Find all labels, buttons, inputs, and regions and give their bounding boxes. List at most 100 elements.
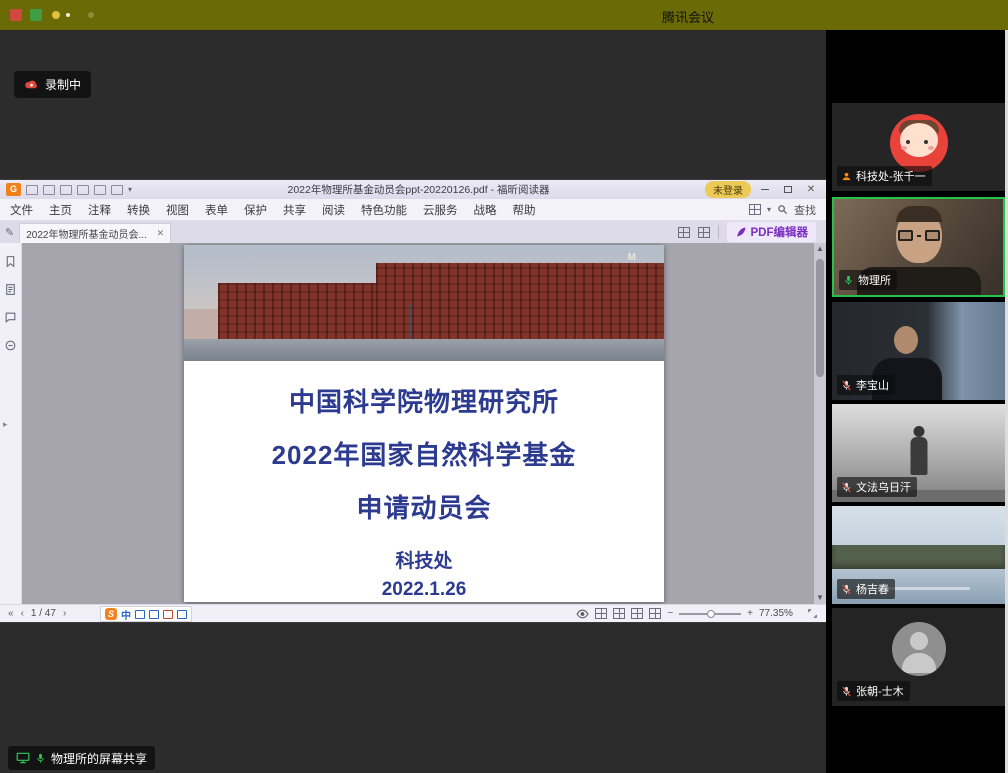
print-icon[interactable]	[60, 185, 72, 195]
pdf-body: ▸ M 中国科学院物理研究所 2022年国家自然科学基金 申请动员会	[0, 243, 826, 604]
page-number-display[interactable]: 1 / 47	[31, 608, 56, 619]
slide-date: 2022.1.26	[184, 579, 664, 601]
sogou-logo-icon[interactable]: S	[105, 608, 117, 620]
document-tab[interactable]: 2022年物理所基金动员会... ✕	[19, 223, 171, 243]
silhouette-avatar	[892, 622, 946, 676]
menu-home[interactable]: 主页	[49, 202, 72, 218]
document-tab-label: 2022年物理所基金动员会...	[26, 226, 152, 241]
monitor-icon	[16, 752, 30, 764]
scrollbar-thumb[interactable]	[816, 259, 824, 377]
pdf-editor-button[interactable]: PDF编辑器	[727, 222, 817, 242]
participant-tile[interactable]: 物理所	[832, 197, 1005, 297]
menu-file[interactable]: 文件	[10, 202, 33, 218]
undo-icon[interactable]	[94, 185, 106, 195]
redo-icon[interactable]	[111, 185, 123, 195]
participants-sidebar: 科技处-张千一 物理所 李宝山 文法乌日汗	[826, 30, 1008, 773]
slide-title-line2: 2022年国家自然科学基金	[184, 435, 664, 472]
page-view-icon[interactable]	[698, 227, 710, 238]
continuous-facing-view-icon[interactable]	[649, 608, 661, 619]
slide-department: 科技处	[184, 546, 664, 573]
comment-panel-icon[interactable]	[4, 311, 17, 324]
find-label[interactable]: 查找	[794, 202, 816, 218]
participant-tile[interactable]: 文法乌日汗	[832, 404, 1005, 502]
menu-features[interactable]: 特色功能	[361, 202, 407, 218]
menu-help[interactable]: 帮助	[513, 202, 536, 218]
participant-nametag: 李宝山	[837, 375, 895, 395]
topbar-green-icon[interactable]	[30, 9, 42, 21]
pdf-tab-bar: ✎ 2022年物理所基金动员会... ✕ PDF编辑器	[0, 221, 826, 243]
pdf-viewer-window: G ▾ 2022年物理所基金动员会ppt-20220126.pdf - 福昕阅读…	[0, 180, 826, 622]
quick-access-caret-icon[interactable]: ▾	[128, 185, 132, 194]
thumbnail-view-icon[interactable]	[678, 227, 690, 238]
topbar-small-dot-icon	[66, 13, 70, 17]
ime-keyboard-icon[interactable]	[177, 610, 187, 619]
close-icon: ✕	[807, 185, 815, 195]
menu-convert[interactable]: 转换	[127, 202, 150, 218]
participant-name: 李宝山	[856, 377, 889, 393]
glasses-bridge	[917, 235, 921, 237]
photo-road	[184, 339, 664, 361]
layout-tool-icon[interactable]	[749, 204, 761, 215]
single-page-view-icon[interactable]	[595, 608, 607, 619]
foxit-logo-icon[interactable]: G	[6, 183, 21, 196]
recording-badge[interactable]: 录制中	[14, 71, 91, 98]
ime-mic-icon[interactable]	[149, 610, 159, 619]
fullscreen-icon[interactable]	[807, 608, 818, 619]
email-icon[interactable]	[77, 185, 89, 195]
sogou-ime-bar[interactable]: S 中	[100, 606, 192, 622]
eye-icon[interactable]	[576, 609, 589, 619]
vertical-scrollbar[interactable]: ▲ ▼	[814, 243, 826, 604]
participant-tile[interactable]: 科技处-张千一	[832, 103, 1005, 191]
pdf-window-title: 2022年物理所基金动员会ppt-20220126.pdf - 福昕阅读器	[137, 182, 700, 197]
login-button[interactable]: 未登录	[705, 181, 751, 198]
screen-share-banner[interactable]: 物理所的屏幕共享	[8, 746, 155, 770]
search-icon[interactable]	[777, 204, 788, 215]
menu-cloud[interactable]: 云服务	[423, 202, 458, 218]
zoom-slider-thumb[interactable]	[707, 610, 715, 618]
zoom-out-icon[interactable]: −	[667, 608, 673, 619]
mic-muted-icon	[841, 686, 852, 697]
menu-view[interactable]: 视图	[166, 202, 189, 218]
scroll-down-icon[interactable]: ▼	[814, 592, 826, 604]
menu-share[interactable]: 共享	[283, 202, 306, 218]
facing-view-icon[interactable]	[631, 608, 643, 619]
close-button[interactable]: ✕	[802, 183, 820, 197]
maximize-button[interactable]	[779, 183, 797, 197]
minimize-icon	[761, 189, 769, 190]
first-page-icon[interactable]: «	[8, 608, 14, 619]
save-icon[interactable]	[43, 185, 55, 195]
mic-muted-icon	[841, 584, 852, 595]
ime-emoji-icon[interactable]	[163, 610, 173, 619]
menu-extra[interactable]: 战略	[474, 202, 497, 218]
next-page-icon[interactable]: ›	[63, 608, 66, 619]
topbar-red-icon[interactable]	[10, 9, 22, 21]
open-file-icon[interactable]	[26, 185, 38, 195]
menu-read[interactable]: 阅读	[322, 202, 345, 218]
ime-punctuation-icon[interactable]	[135, 610, 145, 619]
photo-person-body	[910, 437, 927, 475]
prev-page-icon[interactable]: ‹	[21, 608, 24, 619]
tab-close-icon[interactable]: ✕	[157, 228, 165, 239]
pages-panel-icon[interactable]	[4, 283, 17, 296]
ime-mode-indicator[interactable]: 中	[121, 607, 131, 622]
participant-tile[interactable]: 李宝山	[832, 302, 1005, 400]
recording-cloud-icon	[24, 79, 39, 90]
avatar-face	[900, 123, 938, 157]
minimize-button[interactable]	[756, 183, 774, 197]
bookmark-panel-icon[interactable]	[4, 255, 17, 268]
participant-tile[interactable]: 张朝-士木	[832, 608, 1005, 706]
menu-comment[interactable]: 注释	[88, 202, 111, 218]
zoom-slider[interactable]	[679, 613, 741, 615]
zoom-in-icon[interactable]: +	[747, 608, 753, 619]
menu-form[interactable]: 表单	[205, 202, 228, 218]
attachment-panel-icon[interactable]	[4, 339, 17, 352]
participant-tile[interactable]: 杨吉春	[832, 506, 1005, 604]
zoom-percentage[interactable]: 77.35%	[759, 608, 801, 619]
panel-expand-icon[interactable]: ▸	[3, 419, 8, 430]
document-area[interactable]: M 中国科学院物理研究所 2022年国家自然科学基金 申请动员会 科技处 202…	[22, 243, 826, 604]
tools-caret-icon[interactable]: ▾	[767, 205, 771, 214]
continuous-view-icon[interactable]	[613, 608, 625, 619]
scroll-up-icon[interactable]: ▲	[814, 243, 826, 255]
edit-pencil-icon[interactable]: ✎	[5, 226, 14, 239]
menu-protect[interactable]: 保护	[244, 202, 267, 218]
